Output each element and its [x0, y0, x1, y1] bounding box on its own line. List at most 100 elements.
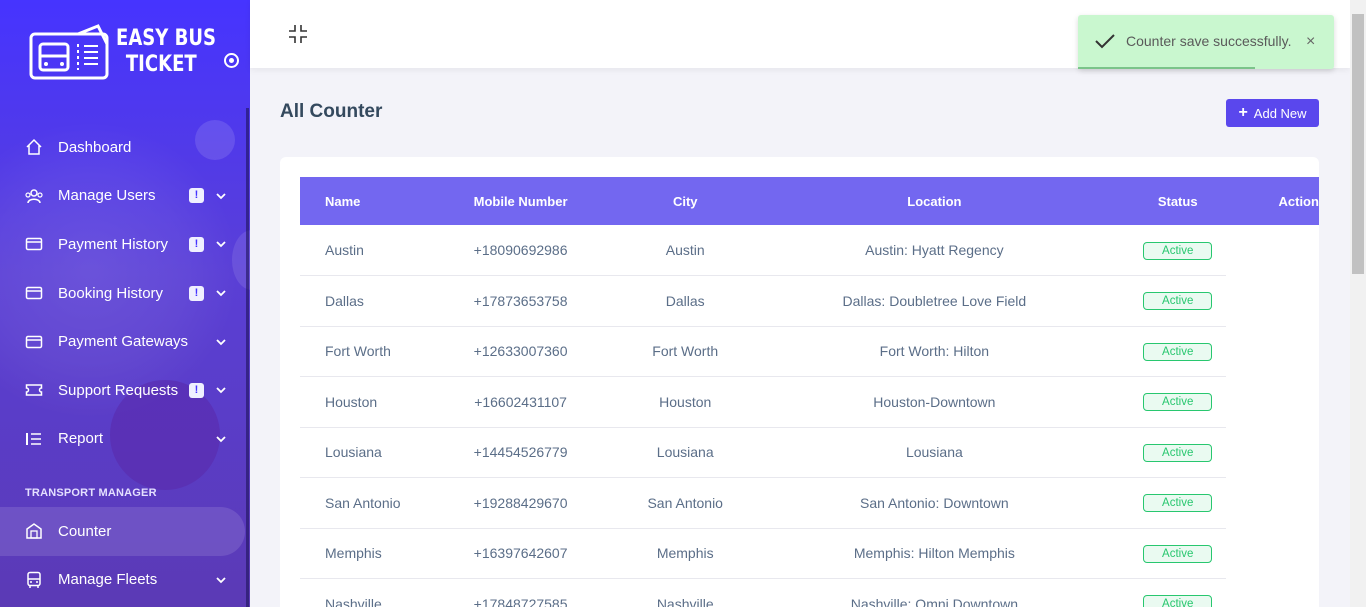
- cell-status: Active: [1129, 528, 1226, 579]
- sidebar-menu: Dashboard Manage Users! Payment History! Bo…: [0, 123, 250, 463]
- status-badge: Active: [1143, 494, 1213, 513]
- cell-name: Dallas: [300, 275, 410, 327]
- header-location: Location: [738, 177, 1130, 225]
- cell-location: Dallas: Doubletree Love Field: [738, 275, 1130, 327]
- cell-name: Houston: [300, 376, 410, 428]
- cell-location: Austin: Hyatt Regency: [738, 225, 1130, 276]
- alert-badge: !: [189, 382, 204, 398]
- cell-city: Austin: [631, 225, 739, 276]
- table-row: Nashville +17848727585 Nashville Nashville:…: [300, 578, 1320, 607]
- sidebar-item-support-requests[interactable]: Support Requests!: [0, 366, 250, 415]
- page-title: All Counter: [280, 101, 383, 122]
- cell-status: Active: [1129, 578, 1226, 607]
- brand-line-1: EASY BUS: [116, 26, 217, 51]
- sidebar-item-booking-history[interactable]: Booking History!: [0, 269, 250, 318]
- cell-name: Nashville: [300, 578, 410, 607]
- sidebar-item-payment-history[interactable]: Payment History!: [0, 220, 250, 269]
- table-row: Austin +18090692986 Austin Austin: Hyatt Re…: [300, 225, 1319, 276]
- header-city: City: [631, 177, 739, 225]
- table-row: San Antonio +19288429670 San Antonio San An…: [300, 477, 1320, 529]
- cell-mobile: +16397642607: [409, 528, 632, 579]
- chevron-down-icon: [216, 436, 226, 443]
- status-badge: Active: [1143, 595, 1213, 607]
- cell-city: San Antonio: [631, 477, 739, 529]
- bus-icon: [25, 571, 43, 589]
- sidebar-item-label: Support Requests: [58, 381, 179, 399]
- sidebar-item-report[interactable]: Report: [0, 415, 250, 464]
- table-row: Fort Worth +12633007360 Fort Worth Fort Wor…: [300, 326, 1319, 377]
- cell-action: [1226, 225, 1320, 276]
- table-header-row: Name Mobile Number City Location Status …: [300, 177, 1319, 225]
- add-new-label: Add New: [1253, 105, 1307, 121]
- cell-name: Fort Worth: [300, 326, 410, 377]
- cell-mobile: +12633007360: [409, 326, 632, 377]
- users-icon: [25, 187, 43, 205]
- sidebar-item-label: Report: [58, 430, 104, 448]
- sidebar-toggle-icon[interactable]: [224, 53, 239, 68]
- cell-status: Active: [1129, 477, 1226, 529]
- brand-line-2: TICKET: [125, 52, 197, 77]
- status-badge: Active: [1143, 393, 1213, 412]
- chevron-down-icon: [216, 193, 226, 200]
- cell-action: [1226, 579, 1320, 607]
- cell-name: San Antonio: [300, 477, 410, 529]
- cell-status: Active: [1129, 225, 1226, 276]
- logo[interactable]: EASY BUS TICKET: [28, 22, 238, 82]
- ticket-icon: [25, 381, 43, 399]
- sidebar-item-manage-fleets[interactable]: Manage Fleets: [0, 556, 250, 605]
- cell-status: Active: [1129, 427, 1226, 478]
- chevron-down-icon: [216, 387, 226, 394]
- cell-mobile: +14454526779: [409, 427, 632, 478]
- cell-mobile: +19288429670: [409, 477, 632, 529]
- table-row: Dallas +17873653758 Dallas Dallas: Doubletr…: [300, 275, 1320, 327]
- sidebar-item-manage-users[interactable]: Manage Users!: [0, 172, 250, 221]
- cell-action: [1226, 377, 1320, 428]
- status-badge: Active: [1143, 342, 1213, 361]
- sidebar-item-payment-gateways[interactable]: Payment Gateways: [0, 317, 250, 366]
- cell-location: Fort Worth: Hilton: [738, 326, 1130, 377]
- alert-badge: !: [189, 285, 204, 301]
- cell-location: Nashville: Omni Downtown: [738, 578, 1130, 607]
- status-badge: Active: [1143, 544, 1213, 563]
- collapse-icon[interactable]: [288, 24, 308, 44]
- brand-name: EASY BUS TICKET: [116, 26, 216, 78]
- cell-city: Fort Worth: [631, 326, 739, 377]
- cell-city: Dallas: [631, 275, 739, 327]
- toast-progress-bar: [1078, 67, 1255, 69]
- table-row: Houston +16602431107 Houston Houston-Downto…: [300, 376, 1320, 428]
- toast-close-button[interactable]: ×: [1306, 33, 1315, 51]
- page-scrollbar[interactable]: [1350, 0, 1366, 607]
- sidebar-item-dashboard[interactable]: Dashboard: [0, 123, 250, 172]
- add-new-button[interactable]: + Add New: [1226, 99, 1319, 127]
- cell-city: Memphis: [631, 528, 739, 579]
- sidebar-item-counter[interactable]: Counter: [0, 507, 245, 556]
- check-icon: [1095, 34, 1115, 49]
- sidebar-menu-transport: Counter Manage Fleets: [0, 507, 250, 604]
- building-icon: [25, 522, 43, 540]
- card-icon: [25, 284, 43, 302]
- cell-name: Memphis: [300, 528, 410, 579]
- section-title-transport-manager: TRANSPORT MANAGER: [25, 487, 157, 499]
- counter-table-card: Name Mobile Number City Location Status …: [280, 157, 1319, 607]
- cell-location: Memphis: Hilton Memphis: [738, 528, 1130, 579]
- cell-mobile: +16602431107: [409, 376, 632, 428]
- cell-action: [1226, 528, 1320, 579]
- cell-location: Lousiana: [738, 427, 1130, 478]
- cell-name: Austin: [300, 225, 410, 276]
- sidebar-item-label: Payment Gateways: [58, 333, 189, 351]
- sidebar-item-label: Counter: [58, 522, 112, 540]
- cell-action: [1226, 427, 1320, 478]
- cell-action: [1226, 478, 1320, 529]
- cell-action: [1226, 276, 1320, 327]
- cell-location: San Antonio: Downtown: [738, 477, 1130, 529]
- sidebar-item-label: Dashboard: [58, 138, 132, 156]
- cell-action: [1226, 326, 1320, 377]
- alert-badge: !: [189, 188, 204, 204]
- card-icon: [25, 333, 43, 351]
- cell-city: Houston: [631, 376, 739, 428]
- cell-mobile: +17873653758: [409, 275, 632, 327]
- counter-table: Name Mobile Number City Location Status …: [300, 177, 1319, 607]
- status-badge: Active: [1143, 241, 1213, 260]
- scrollbar-thumb[interactable]: [1352, 14, 1364, 274]
- cell-name: Lousiana: [300, 427, 410, 478]
